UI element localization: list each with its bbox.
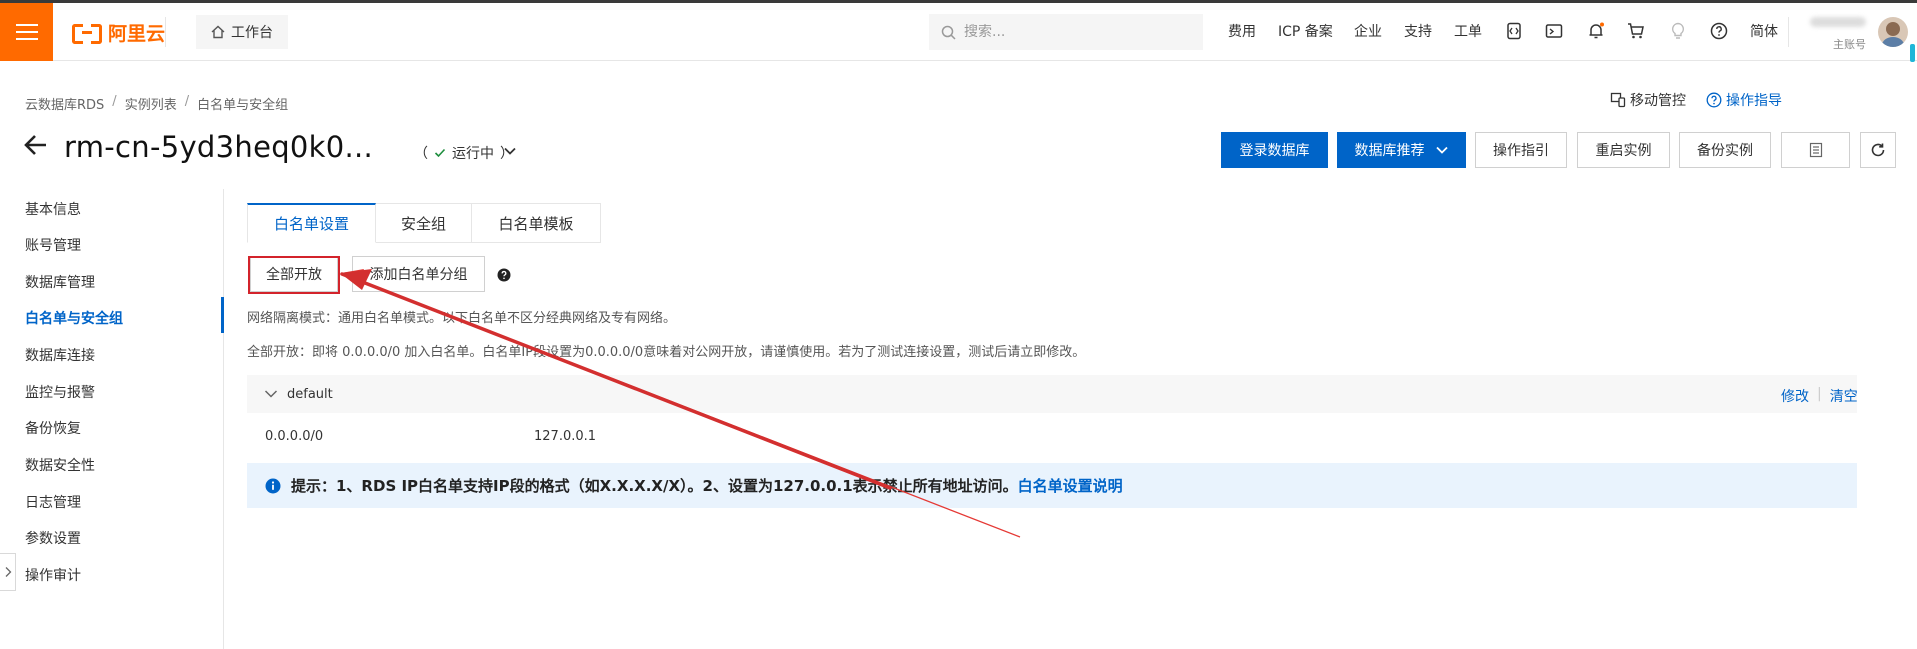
back-arrow-icon[interactable] <box>24 134 48 160</box>
sidebar-item-data-security[interactable]: 数据安全性 <box>25 455 95 475</box>
whitelist-ip-entry: 127.0.0.1 <box>534 429 597 444</box>
account-type: 主账号 <box>1833 38 1866 51</box>
nav-enterprise[interactable]: 企业 <box>1354 21 1382 41</box>
language-switch[interactable]: 简体 <box>1750 21 1778 41</box>
breadcrumb-rds[interactable]: 云数据库RDS <box>25 94 104 113</box>
sidebar-item-connection[interactable]: 数据库连接 <box>25 345 95 365</box>
tab-whitelist-template[interactable]: 白名单模板 <box>472 203 601 243</box>
header-divider <box>165 17 166 47</box>
edit-group-link[interactable]: 修改 <box>1781 386 1809 406</box>
tab-whitelist-settings[interactable]: 白名单设置 <box>247 203 376 243</box>
sidebar-item-audit[interactable]: 操作审计 <box>25 565 81 585</box>
code-icon[interactable] <box>1502 19 1526 43</box>
sidebar-item-basic-info[interactable]: 基本信息 <box>25 199 81 219</box>
sidebar-item-monitoring[interactable]: 监控与报警 <box>25 382 95 402</box>
bell-icon[interactable] <box>1584 19 1608 43</box>
mobile-control-label: 移动管控 <box>1630 93 1686 109</box>
logo-text: 阿里云 <box>108 23 166 45</box>
whitelist-tip-banner: 提示：1、RDS IP白名单支持IP段的格式（如X.X.X.X/X）。2、设置为… <box>247 463 1857 508</box>
tip-text: 提示：1、RDS IP白名单支持IP段的格式（如X.X.X.X/X）。2、设置为… <box>291 477 1018 495</box>
sidebar-item-logs[interactable]: 日志管理 <box>25 492 81 512</box>
chevron-right-icon <box>5 567 11 577</box>
action-separator: | <box>1817 386 1822 402</box>
search-box[interactable] <box>929 14 1203 50</box>
aliyun-logo-icon <box>72 23 102 44</box>
operation-guide-label: 操作指导 <box>1726 93 1782 109</box>
nav-support[interactable]: 支持 <box>1404 21 1432 41</box>
restart-button[interactable]: 重启实例 <box>1577 132 1670 168</box>
breadcrumb-current: 白名单与安全组 <box>197 98 289 113</box>
terminal-icon[interactable] <box>1542 19 1566 43</box>
open-all-description: 全部开放：即将 0.0.0.0/0 加入白名单。白名单IP段设置为0.0.0.0… <box>247 345 1086 360</box>
menu-icon[interactable] <box>0 3 53 61</box>
breadcrumb-separator: / <box>112 94 117 109</box>
question-icon <box>1706 92 1722 108</box>
cart-icon[interactable] <box>1624 19 1648 43</box>
whitelist-ip-entry: 0.0.0.0/0 <box>265 429 324 444</box>
chevron-down-icon[interactable] <box>503 144 517 162</box>
sidebar-item-whitelist[interactable]: 白名单与安全组 <box>25 308 123 328</box>
sidebar-toggle[interactable] <box>0 553 16 591</box>
aliyun-logo[interactable]: 阿里云 <box>72 19 165 46</box>
chevron-down-icon <box>264 390 278 398</box>
page-title: rm-cn-5yd3heq0k0... <box>64 130 374 164</box>
header-divider-right <box>1788 17 1789 47</box>
backup-button[interactable]: 备份实例 <box>1679 132 1771 168</box>
status-paren-open: （ <box>414 146 428 162</box>
status-text: 运行中 <box>452 146 494 162</box>
workbench-label: 工作台 <box>231 25 273 41</box>
chevron-down-icon <box>1435 146 1448 154</box>
more-actions-button[interactable] <box>1781 132 1850 168</box>
home-icon <box>211 25 225 39</box>
nav-icp[interactable]: ICP 备案 <box>1278 21 1333 41</box>
refresh-button[interactable] <box>1860 132 1896 168</box>
account-name-redacted[interactable] <box>1810 17 1866 27</box>
login-db-button[interactable]: 登录数据库 <box>1221 132 1328 168</box>
sidebar-item-databases[interactable]: 数据库管理 <box>25 272 95 292</box>
scroll-indicator <box>1910 44 1915 62</box>
page-top-links: 移动管控 操作指导 <box>1610 90 1782 110</box>
workbench-button[interactable]: 工作台 <box>196 15 288 49</box>
info-icon <box>265 478 281 493</box>
nav-ticket[interactable]: 工单 <box>1454 21 1482 41</box>
help-circle-icon[interactable] <box>1707 19 1731 43</box>
db-recommend-label: 数据库推荐 <box>1354 143 1425 159</box>
check-icon <box>434 148 446 158</box>
sidebar-item-accounts[interactable]: 账号管理 <box>25 235 81 255</box>
refresh-icon <box>1871 143 1885 157</box>
search-input[interactable] <box>964 24 1184 40</box>
help-icon[interactable] <box>497 268 511 286</box>
lightbulb-icon[interactable] <box>1666 19 1690 43</box>
tab-security-group[interactable]: 安全组 <box>376 203 472 243</box>
whitelist-group-header[interactable]: default <box>247 375 1857 413</box>
whitelist-group-name: default <box>287 386 333 402</box>
operation-guide-link[interactable]: 操作指导 <box>1706 90 1782 110</box>
whitelist-doc-link[interactable]: 白名单设置说明 <box>1018 477 1123 495</box>
document-icon <box>1809 142 1822 158</box>
avatar[interactable] <box>1878 17 1908 47</box>
sidebar-active-indicator <box>221 297 224 333</box>
sidebar-item-backup[interactable]: 备份恢复 <box>25 418 81 438</box>
search-icon <box>941 25 956 40</box>
mobile-control-link[interactable]: 移动管控 <box>1610 90 1686 110</box>
nav-billing[interactable]: 费用 <box>1228 21 1256 41</box>
annotation-highlight-box <box>248 256 340 294</box>
add-whitelist-group-button[interactable]: 添加白名单分组 <box>352 256 485 292</box>
db-recommend-button[interactable]: 数据库推荐 <box>1337 132 1466 168</box>
top-navigation-bar: 阿里云 工作台 费用 ICP 备案 企业 支持 工单 简体 主账号 <box>0 3 1917 61</box>
breadcrumb-instances[interactable]: 实例列表 <box>125 94 177 113</box>
group-actions: 修改 | 清空 <box>1781 386 1858 406</box>
tab-bar: 白名单设置 安全组 白名单模板 <box>247 203 601 243</box>
isolation-mode-note: 网络隔离模式：通用白名单模式。以下白名单不区分经典网络及专有网络。 <box>247 311 677 326</box>
breadcrumb-separator: / <box>184 94 190 109</box>
sidebar-item-parameters[interactable]: 参数设置 <box>25 528 81 548</box>
status-badge: （ 运行中 ） <box>414 143 514 163</box>
mobile-control-icon <box>1610 92 1626 108</box>
op-guide-button[interactable]: 操作指引 <box>1475 132 1567 168</box>
breadcrumb: 云数据库RDS / 实例列表 / 白名单与安全组 <box>25 94 288 113</box>
clear-group-link[interactable]: 清空 <box>1830 386 1858 406</box>
